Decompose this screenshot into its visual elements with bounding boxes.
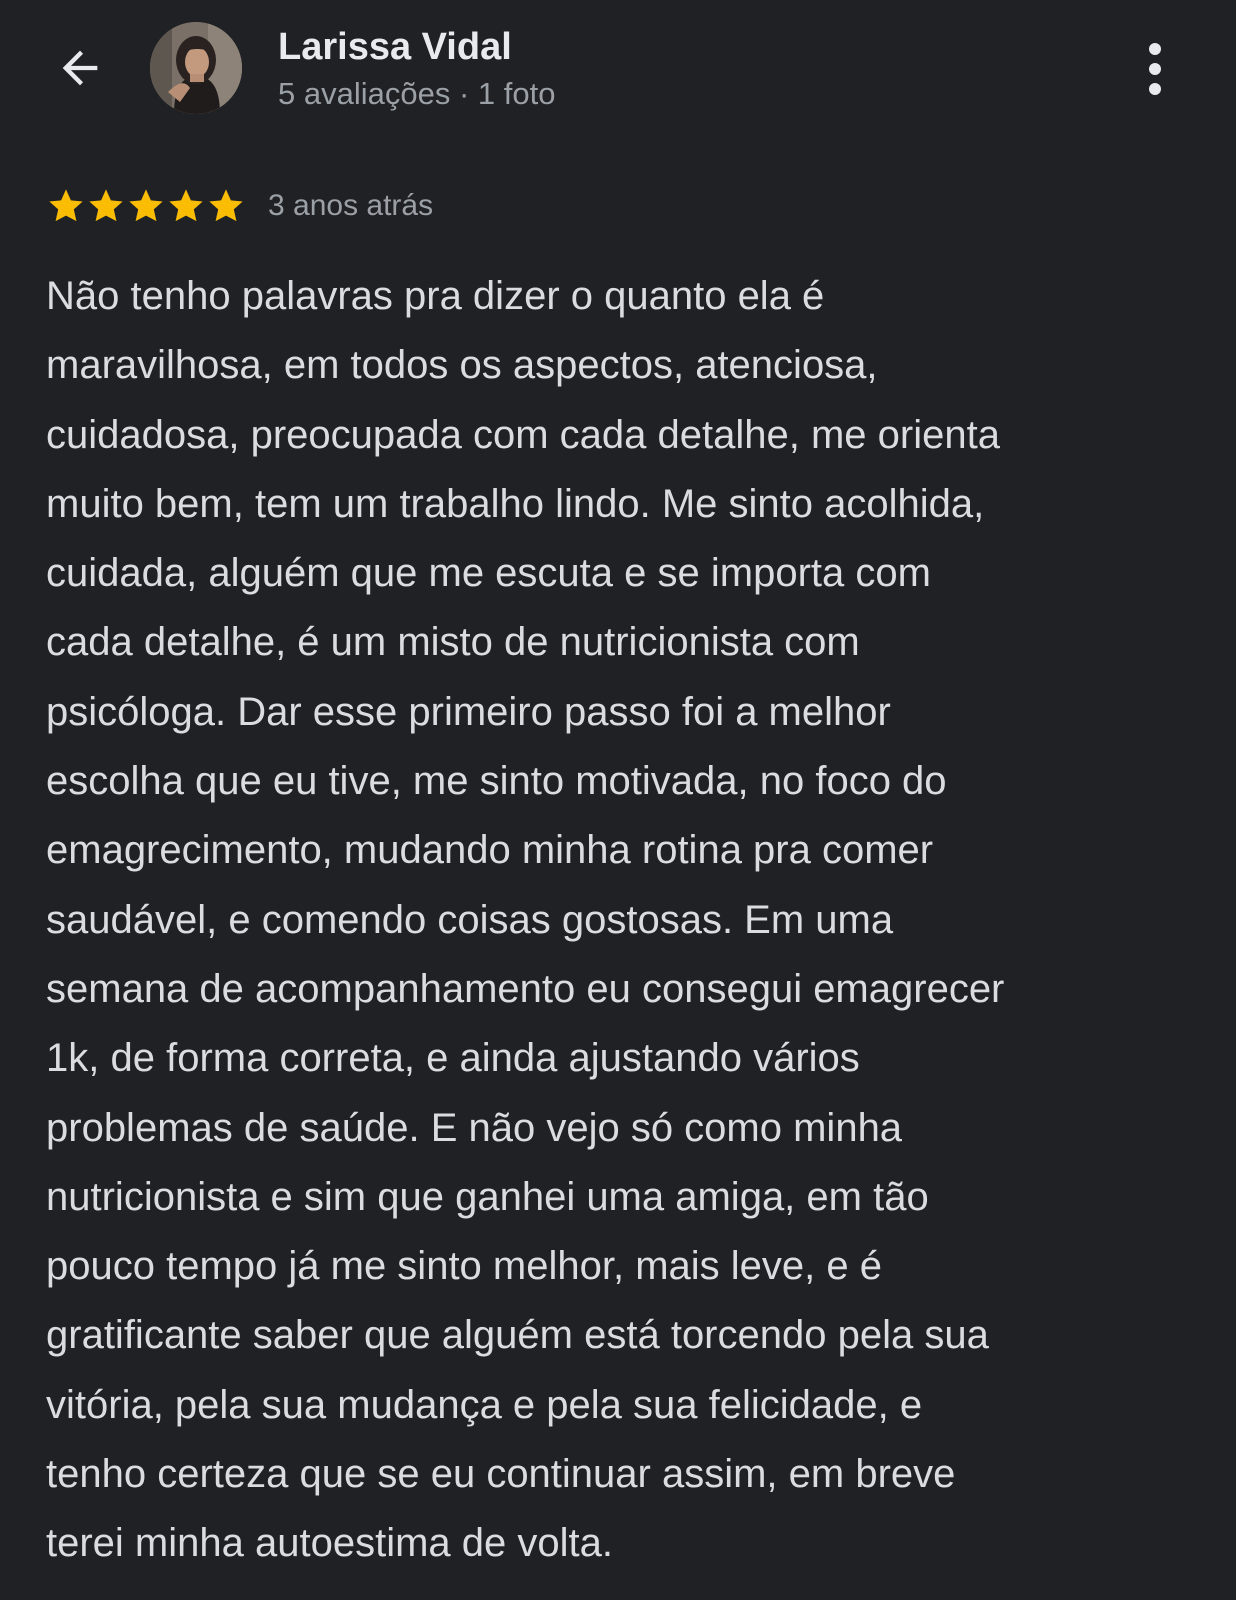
user-avatar-photo <box>150 22 242 114</box>
star-icon <box>129 189 163 222</box>
more-vert-icon <box>1149 43 1161 95</box>
rating-row: 3 anos atrás <box>46 182 433 230</box>
star-icon <box>209 189 243 222</box>
review-header: Larissa Vidal 5 avaliações · 1 foto <box>0 0 1236 140</box>
review-text: Não tenho palavras pra dizer o quanto el… <box>46 262 1196 1579</box>
arrow-left-icon <box>62 50 98 86</box>
review-text-line: muito bem, tem um trabalho lindo. Me sin… <box>46 481 985 526</box>
review-text-line: gratificante saber que alguém está torce… <box>46 1313 989 1358</box>
review-text-line: semana de acompanhamento eu consegui ema… <box>46 966 1005 1011</box>
review-text-line: problemas de saúde. E não vejo só como m… <box>46 1105 903 1150</box>
back-button[interactable] <box>52 40 108 96</box>
review-text-line: nutricionista e sim que ganhei uma amiga… <box>46 1174 929 1219</box>
review-text-line: saudável, e comendo coisas gostosas. Em … <box>46 897 894 942</box>
star-icon <box>169 189 203 222</box>
review-text-line: emagrecimento, mudando minha rotina pra … <box>46 828 934 873</box>
review-date: 3 anos atrás <box>268 189 434 222</box>
review-text-line: tenho certeza que se eu continuar assim,… <box>46 1452 956 1497</box>
review-text-line: cuidadosa, preocupada com cada detalhe, … <box>46 412 1000 457</box>
review-text-line: maravilhosa, em todos os aspectos, atenc… <box>46 343 878 388</box>
review-text-line: cada detalhe, é um misto de nutricionist… <box>46 620 860 665</box>
review-text-line: pouco tempo já me sinto melhor, mais lev… <box>46 1244 882 1289</box>
review-text-line: cuidada, alguém que me escuta e se impor… <box>46 551 931 596</box>
star-icon <box>49 189 83 222</box>
reviewer-meta: 5 avaliações · 1 foto <box>278 76 556 111</box>
review-text-line: 1k, de forma correta, e ainda ajustando … <box>46 1036 860 1081</box>
review-text-line: terei minha autoestima de volta. <box>46 1521 613 1566</box>
avatar[interactable] <box>150 22 242 114</box>
review-text-line: vitória, pela sua mudança e pela sua fel… <box>46 1382 923 1427</box>
star-rating <box>46 186 246 226</box>
review-text-line: Não tenho palavras pra dizer o quanto el… <box>46 274 825 318</box>
review-text-line: escolha que eu tive, me sinto motivada, … <box>46 759 947 804</box>
reviewer-name[interactable]: Larissa Vidal <box>278 26 512 69</box>
more-options-button[interactable] <box>1130 36 1180 102</box>
star-icon <box>89 189 123 222</box>
review-text-line: psicóloga. Dar esse primeiro passo foi a… <box>46 689 891 734</box>
